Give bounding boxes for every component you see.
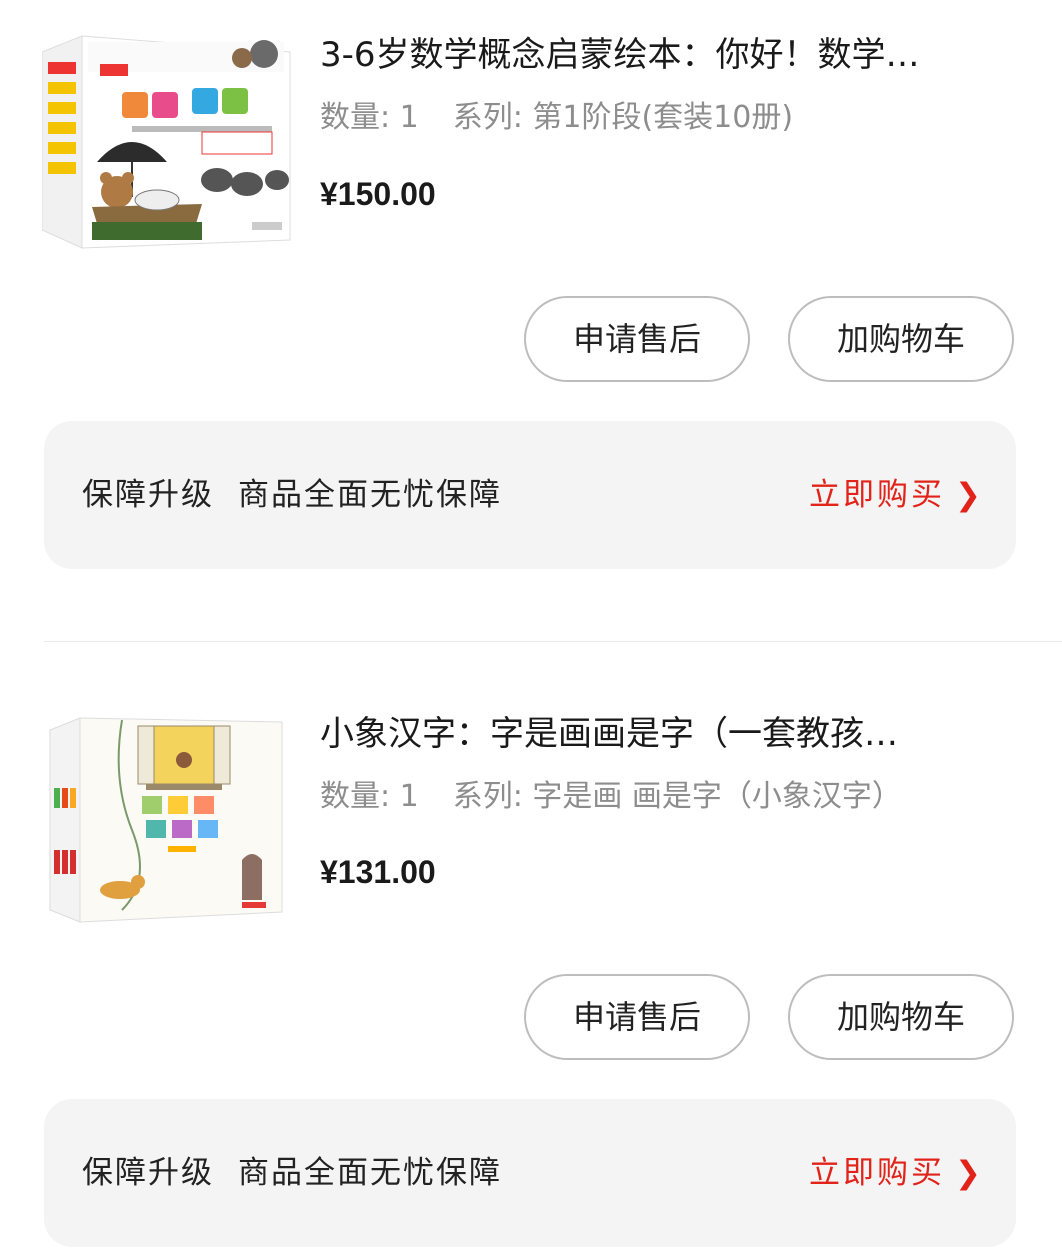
add-to-cart-button[interactable]: 加购物车 xyxy=(788,296,1014,382)
buy-now-label: 立即购买 xyxy=(809,1155,946,1191)
chevron-right-icon: ❯ xyxy=(955,477,984,513)
product-title[interactable]: 小象汉字：字是画画是字（一套教孩… xyxy=(320,712,1010,756)
guarantee-label: 保障升级 商品全面无忧保障 xyxy=(82,1151,502,1195)
guarantee-banner[interactable]: 保障升级 商品全面无忧保障 立即购买 ❯ xyxy=(44,421,1016,569)
product-price: ¥150.00 xyxy=(320,176,436,212)
buy-now-link[interactable]: 立即购买 ❯ xyxy=(809,473,984,517)
chevron-right-icon: ❯ xyxy=(955,1155,984,1191)
add-to-cart-button[interactable]: 加购物车 xyxy=(788,974,1014,1060)
quantity-label: 数量: 1 xyxy=(320,779,419,814)
guarantee-banner[interactable]: 保障升级 商品全面无忧保障 立即购买 ❯ xyxy=(44,1099,1016,1247)
book-box-illustration xyxy=(42,35,291,249)
quantity-label: 数量: 1 xyxy=(320,100,419,135)
guarantee-upgrade-text: 保障升级 xyxy=(82,477,214,513)
product-image[interactable] xyxy=(42,700,292,930)
section-divider xyxy=(44,641,1062,642)
product-image[interactable] xyxy=(42,22,292,252)
product-meta: 数量: 1 系列: 字是画 画是字（小象汉字） xyxy=(320,777,902,817)
after-sale-button[interactable]: 申请售后 xyxy=(524,974,750,1060)
guarantee-desc-text: 商品全面无忧保障 xyxy=(238,477,502,513)
after-sale-button[interactable]: 申请售后 xyxy=(524,296,750,382)
guarantee-desc-text: 商品全面无忧保障 xyxy=(238,1155,502,1191)
product-meta: 数量: 1 系列: 第1阶段(套装10册) xyxy=(320,98,793,138)
series-label: 系列: 第1阶段(套装10册) xyxy=(452,100,794,135)
buy-now-link[interactable]: 立即购买 ❯ xyxy=(809,1151,984,1195)
product-title[interactable]: 3-6岁数学概念启蒙绘本：你好！数学… xyxy=(320,33,1010,77)
product-price: ¥131.00 xyxy=(320,854,436,890)
guarantee-label: 保障升级 商品全面无忧保障 xyxy=(82,473,502,517)
buy-now-label: 立即购买 xyxy=(809,477,946,513)
book-set-illustration xyxy=(49,717,283,923)
guarantee-upgrade-text: 保障升级 xyxy=(82,1155,214,1191)
series-label: 系列: 字是画 画是字（小象汉字） xyxy=(452,779,902,814)
